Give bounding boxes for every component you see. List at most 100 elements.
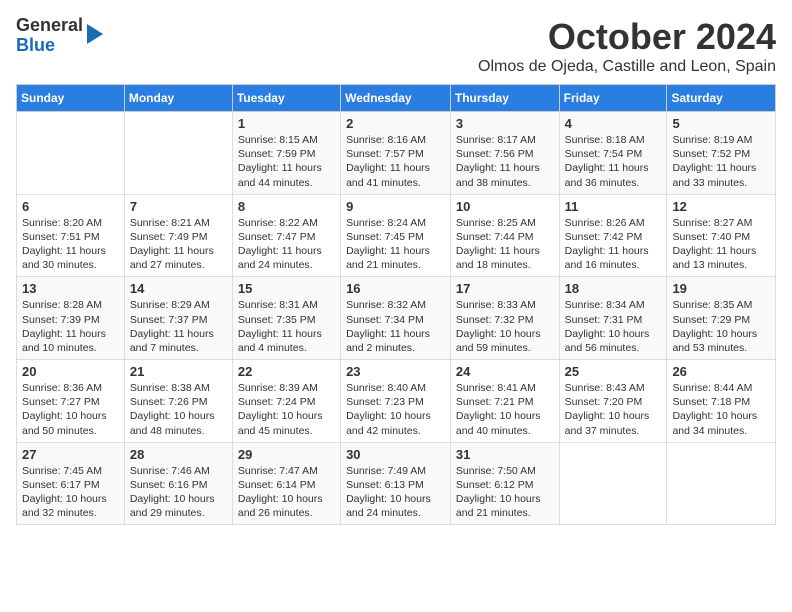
day-number: 11 [565,199,662,214]
day-info: Sunrise: 8:20 AM Sunset: 7:51 PM Dayligh… [22,216,119,273]
day-number: 23 [346,364,445,379]
calendar-table: SundayMondayTuesdayWednesdayThursdayFrid… [16,84,776,525]
day-info: Sunrise: 7:45 AM Sunset: 6:17 PM Dayligh… [22,464,119,521]
day-info: Sunrise: 8:44 AM Sunset: 7:18 PM Dayligh… [672,381,770,438]
day-info: Sunrise: 8:29 AM Sunset: 7:37 PM Dayligh… [130,298,227,355]
day-info: Sunrise: 8:26 AM Sunset: 7:42 PM Dayligh… [565,216,662,273]
calendar-cell: 2 Sunrise: 8:16 AM Sunset: 7:57 PM Daylig… [341,112,451,195]
day-info: Sunrise: 8:34 AM Sunset: 7:31 PM Dayligh… [565,298,662,355]
calendar-cell: 6 Sunrise: 8:20 AM Sunset: 7:51 PM Daylig… [17,194,125,277]
calendar-cell: 14 Sunrise: 8:29 AM Sunset: 7:37 PM Dayli… [124,277,232,360]
calendar-body: 1 Sunrise: 8:15 AM Sunset: 7:59 PM Daylig… [17,112,776,525]
day-info: Sunrise: 8:27 AM Sunset: 7:40 PM Dayligh… [672,216,770,273]
calendar-cell: 9 Sunrise: 8:24 AM Sunset: 7:45 PM Daylig… [341,194,451,277]
day-info: Sunrise: 8:18 AM Sunset: 7:54 PM Dayligh… [565,133,662,190]
day-number: 6 [22,199,119,214]
title-block: October 2024 Olmos de Ojeda, Castille an… [478,16,776,76]
day-number: 9 [346,199,445,214]
day-number: 22 [238,364,335,379]
calendar-cell: 30 Sunrise: 7:49 AM Sunset: 6:13 PM Dayli… [341,442,451,525]
calendar-cell: 16 Sunrise: 8:32 AM Sunset: 7:34 PM Dayli… [341,277,451,360]
day-info: Sunrise: 8:24 AM Sunset: 7:45 PM Dayligh… [346,216,445,273]
day-info: Sunrise: 8:22 AM Sunset: 7:47 PM Dayligh… [238,216,335,273]
calendar-cell [124,112,232,195]
calendar-cell: 7Sunrise: 8:21 AM Sunset: 7:49 PM Daylig… [124,194,232,277]
calendar-cell: 31Sunrise: 7:50 AM Sunset: 6:12 PM Dayli… [450,442,559,525]
day-info: Sunrise: 8:35 AM Sunset: 7:29 PM Dayligh… [672,298,770,355]
calendar-week-1: 1 Sunrise: 8:15 AM Sunset: 7:59 PM Daylig… [17,112,776,195]
calendar-cell [667,442,776,525]
day-number: 4 [565,116,662,131]
day-info: Sunrise: 8:16 AM Sunset: 7:57 PM Dayligh… [346,133,445,190]
day-info: Sunrise: 8:25 AM Sunset: 7:44 PM Dayligh… [456,216,554,273]
calendar-cell: 29Sunrise: 7:47 AM Sunset: 6:14 PM Dayli… [232,442,340,525]
day-number: 16 [346,281,445,296]
day-number: 7 [130,199,227,214]
calendar-cell: 23 Sunrise: 8:40 AM Sunset: 7:23 PM Dayli… [341,360,451,443]
calendar-week-4: 20 Sunrise: 8:36 AM Sunset: 7:27 PM Dayli… [17,360,776,443]
calendar-cell: 15 Sunrise: 8:31 AM Sunset: 7:35 PM Dayli… [232,277,340,360]
calendar-cell: 26 Sunrise: 8:44 AM Sunset: 7:18 PM Dayli… [667,360,776,443]
calendar-cell: 11 Sunrise: 8:26 AM Sunset: 7:42 PM Dayli… [559,194,667,277]
calendar-cell: 13Sunrise: 8:28 AM Sunset: 7:39 PM Dayli… [17,277,125,360]
day-info: Sunrise: 8:19 AM Sunset: 7:52 PM Dayligh… [672,133,770,190]
logo: General Blue [16,16,103,56]
calendar-cell: 28Sunrise: 7:46 AM Sunset: 6:16 PM Dayli… [124,442,232,525]
day-number: 5 [672,116,770,131]
day-number: 14 [130,281,227,296]
calendar-cell: 3Sunrise: 8:17 AM Sunset: 7:56 PM Daylig… [450,112,559,195]
day-info: Sunrise: 7:49 AM Sunset: 6:13 PM Dayligh… [346,464,445,521]
day-info: Sunrise: 8:15 AM Sunset: 7:59 PM Dayligh… [238,133,335,190]
calendar-cell: 12 Sunrise: 8:27 AM Sunset: 7:40 PM Dayli… [667,194,776,277]
day-number: 18 [565,281,662,296]
calendar-cell: 4 Sunrise: 8:18 AM Sunset: 7:54 PM Daylig… [559,112,667,195]
calendar-cell: 1 Sunrise: 8:15 AM Sunset: 7:59 PM Daylig… [232,112,340,195]
day-info: Sunrise: 8:38 AM Sunset: 7:26 PM Dayligh… [130,381,227,438]
day-number: 2 [346,116,445,131]
day-info: Sunrise: 8:31 AM Sunset: 7:35 PM Dayligh… [238,298,335,355]
day-number: 17 [456,281,554,296]
calendar-cell: 8 Sunrise: 8:22 AM Sunset: 7:47 PM Daylig… [232,194,340,277]
day-number: 24 [456,364,554,379]
page-header: General Blue October 2024 Olmos de Ojeda… [16,16,776,76]
day-number: 15 [238,281,335,296]
calendar-cell [559,442,667,525]
logo-arrow-icon [87,24,103,44]
day-number: 3 [456,116,554,131]
calendar-cell: 27 Sunrise: 7:45 AM Sunset: 6:17 PM Dayli… [17,442,125,525]
day-info: Sunrise: 8:32 AM Sunset: 7:34 PM Dayligh… [346,298,445,355]
calendar-cell: 25Sunrise: 8:43 AM Sunset: 7:20 PM Dayli… [559,360,667,443]
day-info: Sunrise: 7:50 AM Sunset: 6:12 PM Dayligh… [456,464,554,521]
calendar-cell [17,112,125,195]
day-number: 8 [238,199,335,214]
calendar-cell: 24Sunrise: 8:41 AM Sunset: 7:21 PM Dayli… [450,360,559,443]
calendar-week-2: 6 Sunrise: 8:20 AM Sunset: 7:51 PM Daylig… [17,194,776,277]
day-number: 25 [565,364,662,379]
day-header-tuesday: Tuesday [232,85,340,112]
day-info: Sunrise: 8:33 AM Sunset: 7:32 PM Dayligh… [456,298,554,355]
calendar-cell: 19 Sunrise: 8:35 AM Sunset: 7:29 PM Dayli… [667,277,776,360]
day-header-sunday: Sunday [17,85,125,112]
day-info: Sunrise: 8:39 AM Sunset: 7:24 PM Dayligh… [238,381,335,438]
day-number: 10 [456,199,554,214]
day-number: 26 [672,364,770,379]
day-info: Sunrise: 8:40 AM Sunset: 7:23 PM Dayligh… [346,381,445,438]
day-number: 12 [672,199,770,214]
calendar-cell: 21Sunrise: 8:38 AM Sunset: 7:26 PM Dayli… [124,360,232,443]
logo-blue: Blue [16,36,83,56]
location-label: Olmos de Ojeda, Castille and Leon, Spain [478,58,776,76]
logo-text: General Blue [16,16,83,56]
day-number: 20 [22,364,119,379]
calendar-week-3: 13Sunrise: 8:28 AM Sunset: 7:39 PM Dayli… [17,277,776,360]
calendar-cell: 17 Sunrise: 8:33 AM Sunset: 7:32 PM Dayli… [450,277,559,360]
day-header-monday: Monday [124,85,232,112]
day-number: 1 [238,116,335,131]
day-number: 30 [346,447,445,462]
month-title: October 2024 [478,16,776,58]
calendar-cell: 20 Sunrise: 8:36 AM Sunset: 7:27 PM Dayli… [17,360,125,443]
day-number: 19 [672,281,770,296]
day-number: 27 [22,447,119,462]
day-info: Sunrise: 8:28 AM Sunset: 7:39 PM Dayligh… [22,298,119,355]
day-info: Sunrise: 8:36 AM Sunset: 7:27 PM Dayligh… [22,381,119,438]
calendar-week-5: 27 Sunrise: 7:45 AM Sunset: 6:17 PM Dayli… [17,442,776,525]
